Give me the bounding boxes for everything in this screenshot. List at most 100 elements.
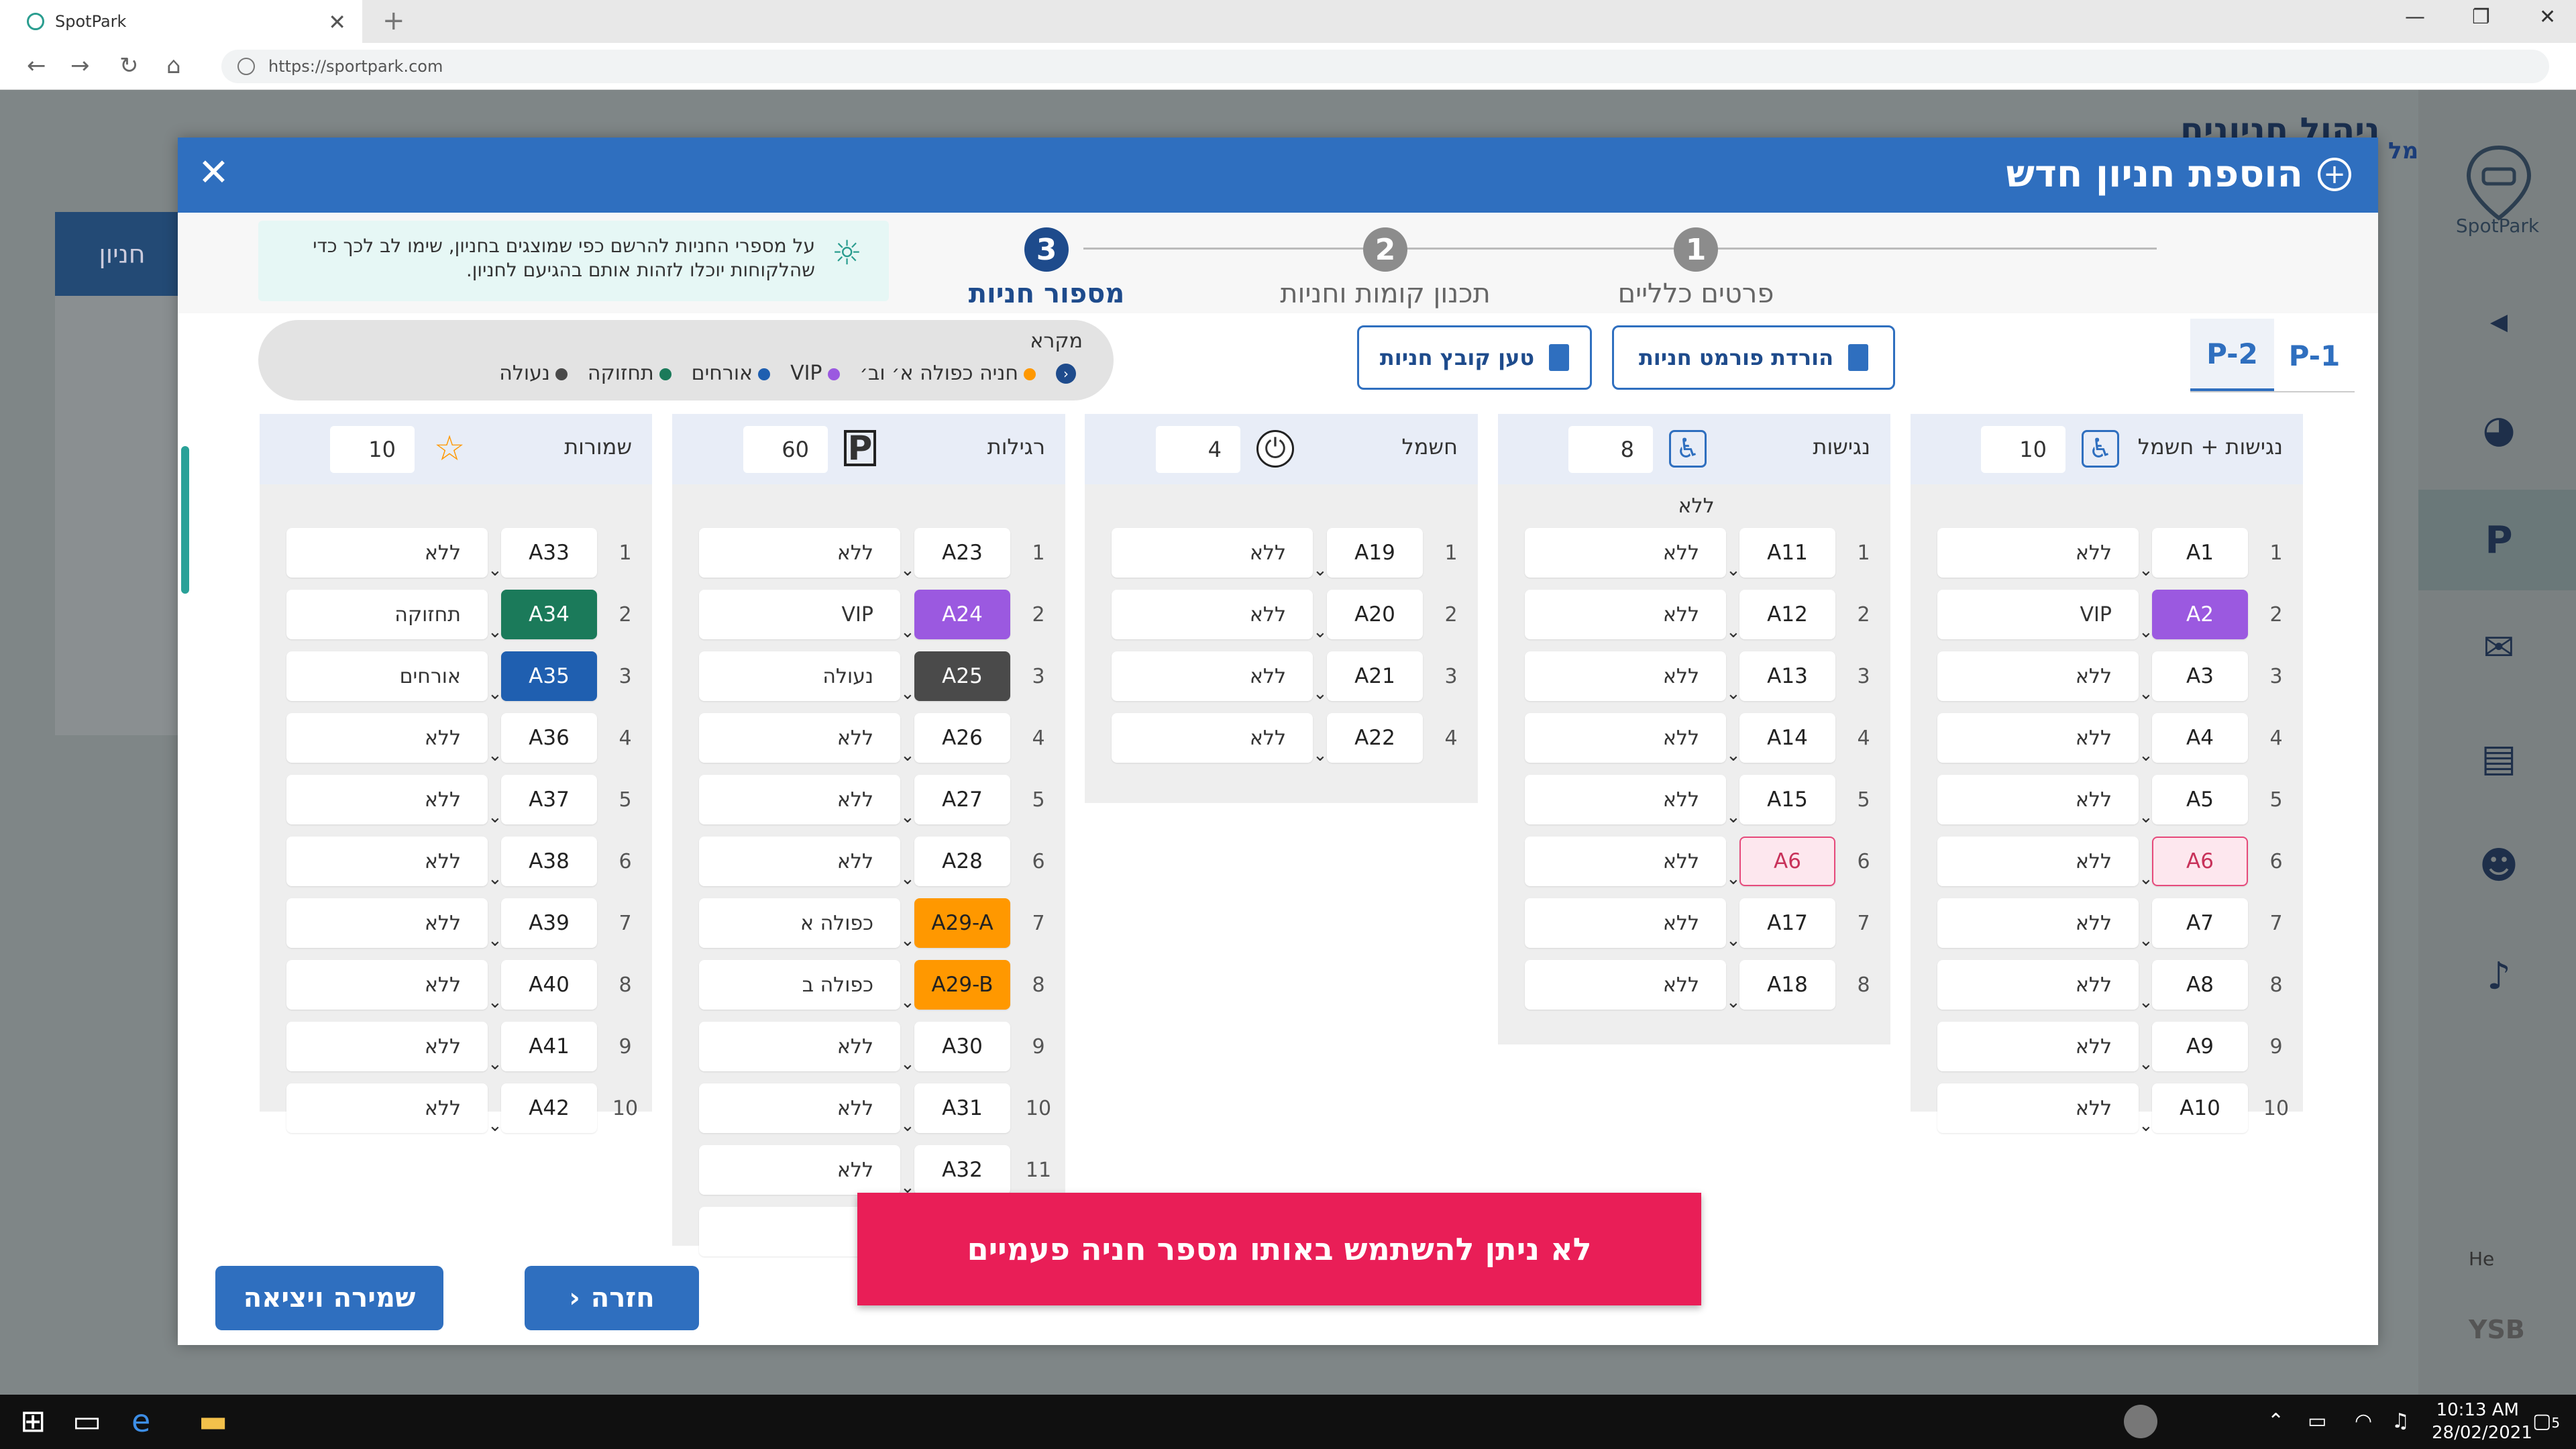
spot-number-input[interactable]: A28 xyxy=(914,837,1010,886)
spot-number-input[interactable]: A26 xyxy=(914,713,1010,763)
spot-type-select[interactable]: ללא ⌄ xyxy=(699,528,915,580)
spot-type-select[interactable]: ללא ⌄ xyxy=(286,775,502,827)
site-info-icon[interactable] xyxy=(237,58,255,75)
clock[interactable]: 10:13 AM 28/02/2021 xyxy=(2432,1399,2532,1444)
spot-type-select[interactable]: ללא ⌄ xyxy=(1112,713,1328,765)
back-icon[interactable]: ← xyxy=(27,52,46,79)
save-exit-button[interactable]: שמירה ויציאה xyxy=(215,1266,443,1330)
users-icon[interactable]: ☻ xyxy=(2475,842,2522,889)
spot-number-input[interactable]: A21 xyxy=(1327,651,1423,701)
spot-type-select[interactable]: ללא ⌄ xyxy=(1525,898,1741,951)
restore-icon[interactable]: ❐ xyxy=(2472,5,2490,29)
spot-number-input[interactable]: A8 xyxy=(2152,960,2248,1010)
spot-number-input[interactable]: A7 xyxy=(2152,898,2248,948)
spot-type-select[interactable]: ללא ⌄ xyxy=(1937,898,2153,951)
file-explorer-icon[interactable]: ▬ xyxy=(199,1403,227,1439)
spot-number-input[interactable]: A10 xyxy=(2152,1083,2248,1133)
spot-number-input[interactable]: A36 xyxy=(501,713,597,763)
spot-type-select[interactable]: ללא ⌄ xyxy=(1525,837,1741,889)
download-format-button[interactable]: הורדת פורמט חניות xyxy=(1612,325,1895,390)
spot-number-input[interactable]: A25 xyxy=(914,651,1010,701)
spot-number-input[interactable]: A38 xyxy=(501,837,597,886)
spot-number-input[interactable]: A32 xyxy=(914,1145,1010,1195)
spot-number-input[interactable]: A4 xyxy=(2152,713,2248,763)
spot-type-select[interactable]: כפולה א ⌄ xyxy=(699,898,915,951)
close-window-icon[interactable]: ✕ xyxy=(2539,5,2556,29)
spot-type-select[interactable]: ללא ⌄ xyxy=(1525,960,1741,1012)
spot-type-select[interactable]: ללא ⌄ xyxy=(286,713,502,765)
spot-number-input[interactable]: A12 xyxy=(1739,590,1835,639)
spot-number-input[interactable]: A11 xyxy=(1739,528,1835,578)
spot-number-input[interactable]: A20 xyxy=(1327,590,1423,639)
spot-type-select[interactable]: ללא ⌄ xyxy=(1937,713,2153,765)
spot-number-input[interactable]: A9 xyxy=(2152,1022,2248,1071)
spot-number-input[interactable]: A3 xyxy=(2152,651,2248,701)
spot-number-input[interactable]: A13 xyxy=(1739,651,1835,701)
spot-type-select[interactable]: VIP ⌄ xyxy=(699,590,915,642)
spot-number-input[interactable]: A31 xyxy=(914,1083,1010,1133)
close-tab-icon[interactable]: ✕ xyxy=(328,9,346,35)
volume-icon[interactable]: ♫ xyxy=(2392,1409,2410,1433)
upload-file-button[interactable]: טען קובץ חניות xyxy=(1357,325,1592,390)
spot-type-select[interactable]: ללא ⌄ xyxy=(699,1083,915,1136)
language-switch[interactable]: He xyxy=(2469,1248,2494,1270)
column-count-input[interactable]: 10 xyxy=(1981,426,2065,473)
spot-number-input[interactable]: A42 xyxy=(501,1083,597,1133)
spot-type-select[interactable]: כפולה ב ⌄ xyxy=(699,960,915,1012)
spot-type-select[interactable]: ללא ⌄ xyxy=(699,775,915,827)
spot-type-select[interactable]: ללא ⌄ xyxy=(286,528,502,580)
legend-chevron-icon[interactable]: ‹ xyxy=(1056,363,1076,384)
spot-number-input[interactable]: A18 xyxy=(1739,960,1835,1010)
spot-type-select[interactable]: ללא ⌄ xyxy=(286,1083,502,1136)
spot-type-select[interactable]: נעולה ⌄ xyxy=(699,651,915,704)
spot-number-input[interactable]: A23 xyxy=(914,528,1010,578)
spot-number-input[interactable]: A29-A xyxy=(914,898,1010,948)
spot-number-input[interactable]: A14 xyxy=(1739,713,1835,763)
edge-icon[interactable]: e xyxy=(131,1403,150,1439)
close-modal-icon[interactable]: ✕ xyxy=(198,151,229,195)
scrollbar-thumb[interactable] xyxy=(181,446,189,594)
spot-number-input[interactable]: A2 xyxy=(2152,590,2248,639)
column-count-input[interactable]: 4 xyxy=(1156,426,1240,473)
collapse-chevron-icon[interactable]: ◀ xyxy=(2475,299,2522,345)
spot-type-select[interactable]: ללא ⌄ xyxy=(1112,528,1328,580)
notifications-icon[interactable]: ▢5 xyxy=(2532,1409,2560,1433)
spot-number-input[interactable]: A15 xyxy=(1739,775,1835,824)
spot-number-input[interactable]: A33 xyxy=(501,528,597,578)
windows-start-icon[interactable]: ⊞ xyxy=(20,1403,46,1439)
spot-type-select[interactable]: ללא ⌄ xyxy=(286,837,502,889)
spot-type-select[interactable]: ללא ⌄ xyxy=(1937,1022,2153,1074)
spot-number-input[interactable]: A34 xyxy=(501,590,597,639)
spot-type-select[interactable]: ללא ⌄ xyxy=(1937,837,2153,889)
spot-number-input[interactable]: A41 xyxy=(501,1022,597,1071)
clipboard-icon[interactable]: ▤ xyxy=(2475,735,2522,782)
spot-type-select[interactable]: ללא ⌄ xyxy=(286,1022,502,1074)
spot-number-input[interactable]: A6 xyxy=(2152,837,2248,886)
column-count-input[interactable]: 10 xyxy=(330,426,415,473)
spot-number-input[interactable]: A40 xyxy=(501,960,597,1010)
url-input[interactable]: https://sportpark.com xyxy=(221,50,2549,83)
spot-type-select[interactable]: VIP ⌄ xyxy=(1937,590,2153,642)
step-1-circle[interactable]: 1 xyxy=(1674,227,1718,272)
spot-type-select[interactable]: ללא ⌄ xyxy=(286,960,502,1012)
spot-type-select[interactable]: ללא ⌄ xyxy=(1937,960,2153,1012)
cortana-icon[interactable] xyxy=(2124,1405,2157,1438)
pie-chart-icon[interactable]: ◕ xyxy=(2475,406,2522,453)
new-tab-icon[interactable]: + xyxy=(382,5,405,36)
bell-icon[interactable]: ♪ xyxy=(2475,953,2522,1000)
spot-number-input[interactable]: A5 xyxy=(2152,775,2248,824)
spot-type-select[interactable]: ללא ⌄ xyxy=(1525,713,1741,765)
tray-up-icon[interactable]: ⌃ xyxy=(2267,1409,2284,1433)
spot-type-select[interactable]: ללא ⌄ xyxy=(1937,1083,2153,1136)
spot-number-input[interactable]: A37 xyxy=(501,775,597,824)
step-3-circle[interactable]: 3 xyxy=(1024,227,1069,272)
spot-type-select[interactable]: ללא ⌄ xyxy=(1937,775,2153,827)
spot-type-select[interactable]: ללא ⌄ xyxy=(1937,528,2153,580)
spot-number-input[interactable]: A17 xyxy=(1739,898,1835,948)
reload-icon[interactable]: ↻ xyxy=(119,52,139,79)
home-icon[interactable]: ⌂ xyxy=(166,52,181,79)
spot-type-select[interactable]: ללא ⌄ xyxy=(699,1145,915,1197)
step-2-circle[interactable]: 2 xyxy=(1363,227,1407,272)
spot-type-select[interactable]: ללא ⌄ xyxy=(699,837,915,889)
spot-number-input[interactable]: A27 xyxy=(914,775,1010,824)
